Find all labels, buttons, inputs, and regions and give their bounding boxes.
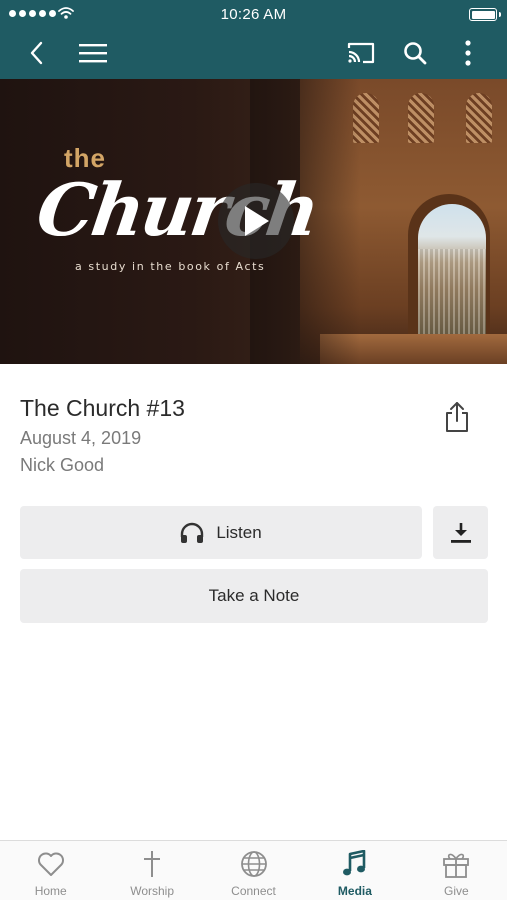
search-button[interactable] — [396, 34, 434, 72]
search-icon — [404, 42, 427, 65]
cross-icon — [143, 850, 161, 878]
menu-button[interactable] — [74, 34, 112, 72]
tab-bar: Home Worship Connect Media Give — [0, 840, 507, 900]
download-button[interactable] — [433, 506, 488, 559]
back-button[interactable] — [18, 34, 56, 72]
media-date: August 4, 2019 — [20, 428, 142, 448]
sermon-artwork: the Church a study in the book of Acts — [0, 79, 507, 364]
series-tagline: a study in the book of Acts — [75, 260, 266, 273]
listen-label: Listen — [216, 522, 262, 542]
play-button[interactable] — [218, 183, 294, 259]
more-button[interactable] — [449, 34, 487, 72]
globe-icon — [240, 850, 268, 878]
tab-worship[interactable]: Worship — [101, 841, 202, 900]
tab-label: Give — [443, 884, 469, 898]
headphones-icon — [181, 522, 204, 543]
more-vertical-icon — [465, 40, 471, 66]
listen-button[interactable]: Listen — [20, 506, 422, 559]
tab-media[interactable]: Media — [304, 841, 405, 900]
battery-icon — [469, 8, 501, 21]
tab-connect[interactable]: Connect — [203, 841, 304, 900]
media-title: The Church #13 — [20, 395, 185, 421]
arch-window-image — [418, 204, 486, 334]
media-speaker: Nick Good — [20, 455, 105, 475]
take-note-label: Take a Note — [208, 586, 300, 605]
share-icon — [446, 402, 468, 432]
hamburger-icon — [79, 44, 107, 63]
music-note-icon — [342, 850, 368, 878]
tab-give[interactable]: Give — [406, 841, 507, 900]
tab-label: Home — [34, 884, 67, 898]
cast-button[interactable] — [342, 34, 380, 72]
chevron-left-icon — [30, 41, 43, 65]
gift-icon — [442, 850, 470, 878]
status-bar: 10:26 AM — [0, 0, 507, 28]
heart-icon — [37, 850, 65, 878]
take-note-button[interactable]: Take a Note — [20, 569, 488, 623]
tab-home[interactable]: Home — [0, 841, 101, 900]
play-icon — [245, 206, 269, 236]
status-time: 10:26 AM — [220, 6, 287, 23]
tab-label: Worship — [130, 884, 174, 898]
cast-icon — [347, 42, 375, 64]
tab-label: Connect — [231, 884, 276, 898]
top-bar: 10:26 AM — [0, 0, 507, 79]
nav-bar — [0, 28, 507, 79]
tab-label: Media — [337, 884, 372, 898]
download-icon — [450, 522, 471, 543]
share-button[interactable] — [440, 398, 474, 436]
